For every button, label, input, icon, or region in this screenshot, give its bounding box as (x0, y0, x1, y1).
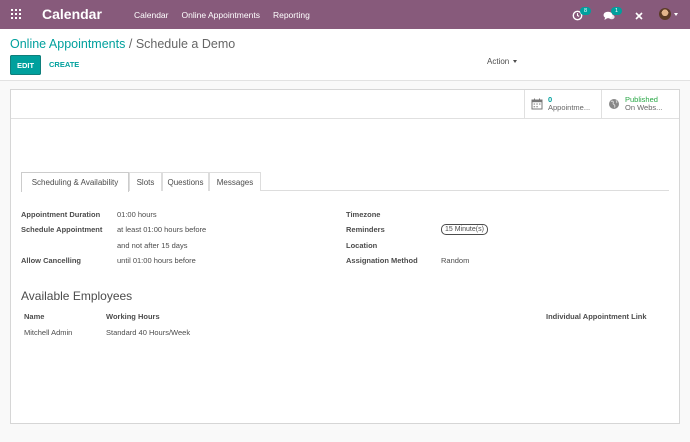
breadcrumb: Online Appointments / Schedule a Demo (10, 37, 235, 51)
appointment-duration-value: 01:00 hours (117, 210, 157, 219)
breadcrumb-separator: / (128, 37, 133, 51)
message-count-badge: 1 (611, 7, 622, 15)
menu-item-online-appointments[interactable]: Online Appointments (182, 10, 260, 20)
column-header-name[interactable]: Name (24, 312, 44, 321)
apps-grid-icon[interactable] (11, 9, 21, 19)
assignation-method-value: Random (441, 256, 470, 265)
location-label: Location (346, 241, 378, 250)
employee-hours-cell[interactable]: Standard 40 Hours/Week (106, 328, 190, 337)
on-website-label: On Webs... (625, 103, 663, 112)
chevron-down-icon (513, 60, 518, 64)
column-header-working-hours[interactable]: Working Hours (106, 312, 160, 321)
appointments-smart-button[interactable]: 0 Appointme... (525, 90, 602, 118)
schedule-appointment-label: Schedule Appointment (21, 225, 103, 234)
schedule-max-value: and not after 15 days (117, 241, 188, 250)
assignation-method-label: Assignation Method (346, 256, 418, 265)
messaging-menu[interactable]: 1 (603, 0, 623, 29)
allow-cancelling-label: Allow Cancelling (21, 256, 82, 265)
smart-button-box: 0 Appointme... Published On Webs... (524, 90, 679, 119)
activity-count-badge: 8 (580, 7, 591, 15)
form-sheet: 0 Appointme... Published On Webs... Sche… (10, 89, 680, 424)
tab-slots[interactable]: Slots (129, 172, 162, 191)
edit-button[interactable]: EDIT (10, 55, 41, 75)
activity-menu[interactable]: 8 (572, 0, 592, 29)
appointments-label: Appointme... (548, 103, 591, 112)
main-menu: Calendar Online Appointments Reporting (134, 0, 323, 29)
menu-item-reporting[interactable]: Reporting (273, 10, 310, 20)
column-header-appointment-link[interactable]: Individual Appointment Link (546, 312, 647, 321)
app-brand[interactable]: Calendar (42, 6, 102, 22)
action-dropdown[interactable]: Action (487, 57, 518, 66)
form-notebook-tabs: Scheduling & Availability Slots Question… (21, 172, 669, 192)
tab-scheduling-availability[interactable]: Scheduling & Availability (21, 172, 129, 192)
button-box-divider (11, 118, 536, 119)
close-icon (635, 11, 643, 20)
timezone-label: Timezone (346, 210, 381, 219)
reminder-tag: 15 Minute(s) (441, 224, 488, 235)
control-panel: Online Appointments / Schedule a Demo ED… (0, 29, 690, 81)
website-published-button[interactable]: Published On Webs... (602, 90, 679, 118)
allow-cancelling-value: until 01:00 hours before (117, 256, 196, 265)
menu-item-calendar[interactable]: Calendar (134, 10, 169, 20)
breadcrumb-current: Schedule a Demo (135, 37, 236, 51)
globe-icon (609, 99, 619, 109)
schedule-min-value: at least 01:00 hours before (117, 225, 207, 234)
tab-messages[interactable]: Messages (209, 172, 261, 191)
close-menu[interactable] (635, 0, 647, 29)
calendar-icon (531, 98, 543, 110)
appointment-duration-label: Appointment Duration (21, 210, 101, 219)
employee-name-cell[interactable]: Mitchell Admin (24, 328, 72, 337)
reminders-label: Reminders (346, 225, 385, 234)
available-employees-title: Available Employees (21, 289, 133, 303)
user-menu-caret-icon[interactable] (674, 13, 678, 16)
breadcrumb-parent-link[interactable]: Online Appointments (10, 37, 125, 51)
action-label: Action (487, 57, 510, 66)
create-button[interactable]: CREATE (49, 60, 79, 69)
tab-questions[interactable]: Questions (162, 172, 209, 191)
top-navbar: Calendar Calendar Online Appointments Re… (0, 0, 690, 29)
user-avatar[interactable] (659, 8, 671, 20)
